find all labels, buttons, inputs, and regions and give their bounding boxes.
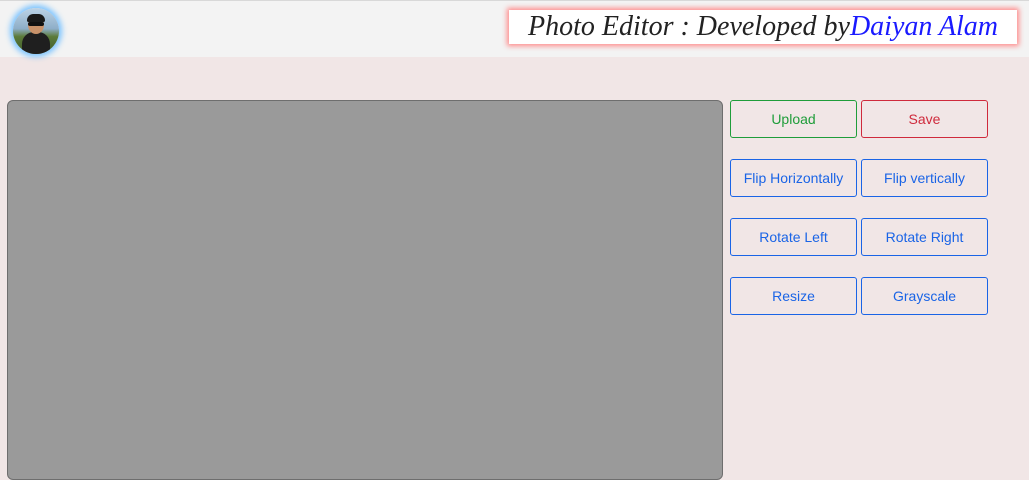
avatar-hair — [27, 14, 45, 22]
grayscale-button[interactable]: Grayscale — [861, 277, 988, 315]
rotate-right-button[interactable]: Rotate Right — [861, 218, 988, 256]
title-author: Daiyan Alam — [849, 11, 998, 42]
image-canvas[interactable] — [7, 100, 723, 480]
page-title: Photo Editor : Developed by Daiyan Alam — [509, 10, 1017, 44]
title-prefix: Photo Editor : Developed by — [528, 11, 850, 42]
flip-horizontally-button[interactable]: Flip Horizontally — [730, 159, 857, 197]
save-button[interactable]: Save — [861, 100, 988, 138]
flip-vertically-button[interactable]: Flip vertically — [861, 159, 988, 197]
profile-avatar[interactable] — [13, 8, 59, 54]
avatar-sunglasses — [28, 22, 44, 26]
top-bar: Photo Editor : Developed by Daiyan Alam — [0, 0, 1029, 57]
upload-button[interactable]: Upload — [730, 100, 857, 138]
rotate-left-button[interactable]: Rotate Left — [730, 218, 857, 256]
resize-button[interactable]: Resize — [730, 277, 857, 315]
avatar-body — [22, 32, 50, 54]
